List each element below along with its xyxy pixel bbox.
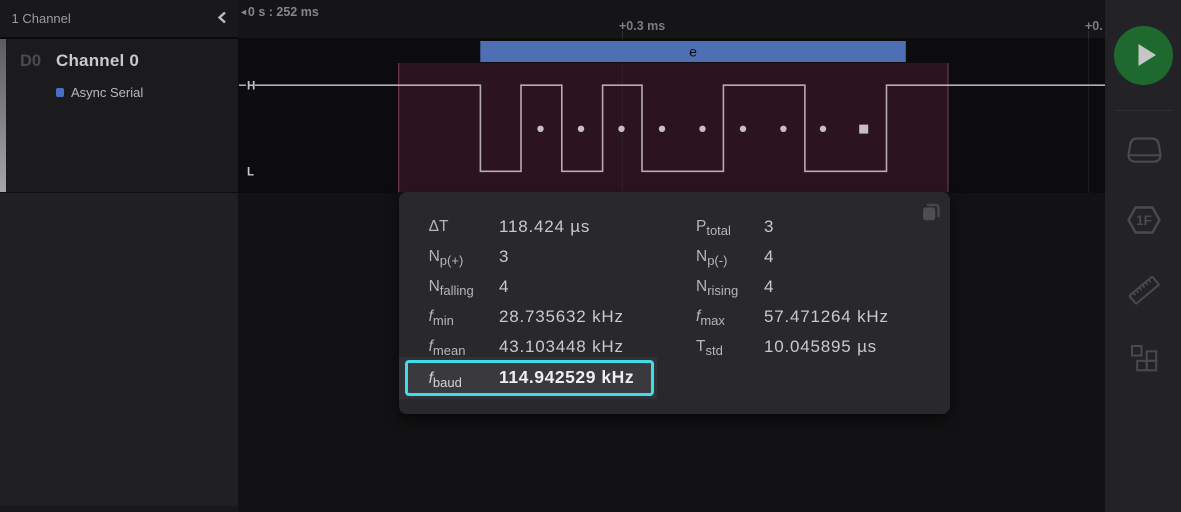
svg-text:L: L <box>247 167 254 179</box>
svg-text:e: e <box>689 44 697 60</box>
svg-text:H: H <box>247 81 255 93</box>
svg-text:1F: 1F <box>1136 213 1152 228</box>
